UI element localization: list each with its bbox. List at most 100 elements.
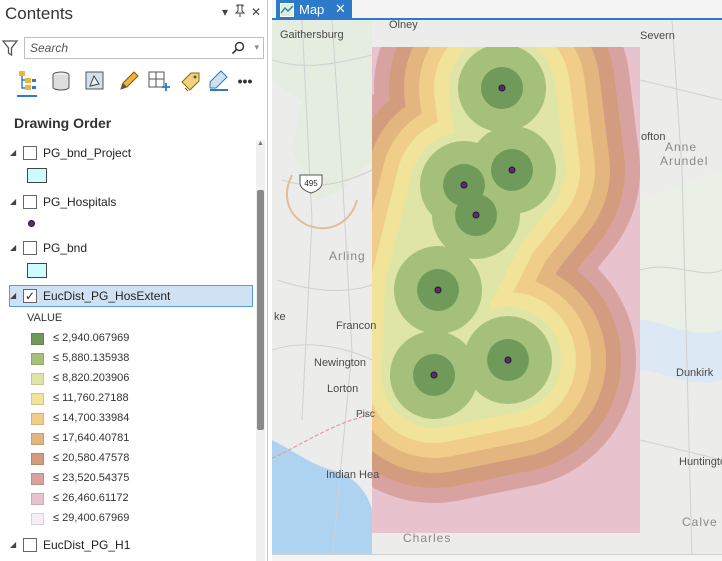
legend-class-label: ≤ 5,880.135938 xyxy=(53,352,130,364)
contents-pane-title: Contents xyxy=(5,4,74,23)
map-tab-bar: Map ✕ xyxy=(272,0,722,20)
place-label: Dunkirk xyxy=(676,367,714,379)
layer-row[interactable]: ◢ EucDist_PG_H1 xyxy=(10,535,254,557)
layer-visibility-checkbox[interactable] xyxy=(23,241,37,255)
expand-collapse-icon[interactable]: ◢ xyxy=(10,197,20,207)
legend-class-label: ≤ 20,580.47578 xyxy=(53,452,130,464)
place-label: Newington xyxy=(314,357,366,369)
scrollbar-thumb[interactable] xyxy=(257,190,264,430)
filter-icon[interactable] xyxy=(1,39,19,57)
list-by-selection-icon[interactable] xyxy=(82,68,108,94)
place-label: Calve xyxy=(682,515,718,529)
layer-visibility-checkbox[interactable] xyxy=(23,195,37,209)
legend-class[interactable]: ≤ 20,580.47578 xyxy=(31,450,251,468)
layer-visibility-checkbox[interactable] xyxy=(23,146,37,160)
legend-swatch[interactable] xyxy=(31,513,44,525)
hospital-point xyxy=(460,181,468,189)
more-options-icon[interactable]: ••• xyxy=(232,68,258,94)
contents-toolbar: ••• xyxy=(14,68,264,97)
search-dropdown-icon[interactable]: ▾ xyxy=(254,42,259,53)
euclidean-distance-raster xyxy=(372,47,640,533)
search-row: ▾ xyxy=(1,37,264,59)
legend-class[interactable]: ≤ 14,700.33984 xyxy=(31,410,251,428)
legend-swatch[interactable] xyxy=(31,373,44,385)
map-view[interactable]: Map ✕ 495 Olney Gaithersburg Severn Anne… xyxy=(272,0,722,561)
list-by-labeling-icon[interactable] xyxy=(178,68,204,94)
place-label: Gaithersburg xyxy=(280,29,344,41)
tab-map[interactable]: Map ✕ xyxy=(276,0,352,20)
scroll-up-icon[interactable]: ▲ xyxy=(256,140,265,150)
pane-pin-button[interactable] xyxy=(233,4,247,20)
list-by-drawing-order-icon[interactable] xyxy=(14,68,40,97)
legend-class[interactable]: ≤ 26,460.61172 xyxy=(31,490,251,508)
search-input[interactable] xyxy=(25,38,225,58)
expand-collapse-icon[interactable]: ◢ xyxy=(10,540,20,550)
tab-map-label: Map xyxy=(299,2,325,17)
point-symbol[interactable] xyxy=(28,220,35,227)
svg-text:495: 495 xyxy=(304,179,318,188)
place-label: Olney xyxy=(389,20,418,31)
polygon-symbol[interactable] xyxy=(27,168,47,183)
legend-class-label: ≤ 8,820.203906 xyxy=(53,372,130,384)
place-label: Lorton xyxy=(327,383,358,395)
list-by-snapping-icon[interactable] xyxy=(146,68,172,94)
pane-close-button[interactable]: ✕ xyxy=(249,4,263,20)
contents-pane: Contents ▾ ✕ ▾ xyxy=(0,0,268,561)
legend-class[interactable]: ≤ 23,520.54375 xyxy=(31,470,251,488)
legend-swatch[interactable] xyxy=(31,473,44,485)
legend-class[interactable]: ≤ 5,880.135938 xyxy=(31,350,251,368)
search-icon[interactable] xyxy=(231,41,245,55)
layer-visibility-checkbox[interactable] xyxy=(23,538,37,552)
list-by-editing-icon[interactable] xyxy=(116,68,142,94)
close-icon[interactable]: ✕ xyxy=(335,1,346,17)
map-status-bar xyxy=(272,554,722,561)
place-label: Arling xyxy=(329,249,366,263)
legend-class-label: ≤ 23,520.54375 xyxy=(53,472,130,484)
legend-class-label: ≤ 26,460.61172 xyxy=(53,492,129,504)
legend-class[interactable]: ≤ 2,940.067969 xyxy=(31,330,251,348)
list-by-data-source-icon[interactable] xyxy=(48,68,74,94)
pin-icon xyxy=(234,4,246,17)
place-label: ofton xyxy=(641,131,665,143)
legend-class[interactable]: ≤ 11,760.27188 xyxy=(31,390,251,408)
legend-swatch[interactable] xyxy=(31,453,44,465)
hospital-point xyxy=(430,371,438,379)
legend-swatch[interactable] xyxy=(31,433,44,445)
layer-row[interactable]: ◢ PG_bnd xyxy=(10,238,254,260)
legend-swatch[interactable] xyxy=(31,493,44,505)
place-label: Huntingto xyxy=(679,456,722,468)
legend-class[interactable]: ≤ 8,820.203906 xyxy=(31,370,251,388)
place-label: Charles xyxy=(403,531,451,545)
drawing-order-heading: Drawing Order xyxy=(14,115,112,131)
pane-options-dropdown[interactable]: ▾ xyxy=(218,4,232,20)
place-label: ke xyxy=(274,311,286,323)
contents-scrollbar[interactable]: ▲ xyxy=(256,140,265,561)
layer-row[interactable]: ◢ PG_bnd_Project xyxy=(10,143,254,165)
search-box[interactable]: ▾ xyxy=(24,37,264,59)
map-icon xyxy=(280,3,294,17)
polygon-symbol[interactable] xyxy=(27,263,47,278)
expand-collapse-icon[interactable]: ◢ xyxy=(10,291,20,301)
layer-name: PG_bnd xyxy=(43,241,88,255)
legend-swatch[interactable] xyxy=(31,393,44,405)
legend-swatch[interactable] xyxy=(31,353,44,365)
hospital-point xyxy=(508,166,516,174)
layer-name: EucDist_PG_HosExtent xyxy=(43,289,171,303)
legend-class[interactable]: ≤ 17,640.40781 xyxy=(31,430,251,448)
legend-class[interactable]: ≤ 29,400.67969 xyxy=(31,510,251,528)
legend-swatch[interactable] xyxy=(31,333,44,345)
layer-row[interactable]: ◢ PG_Hospitals xyxy=(10,192,254,214)
hospital-point xyxy=(504,356,512,364)
list-by-perspective-imagery-icon[interactable] xyxy=(206,68,232,94)
layer-row-selected[interactable]: ◢ ✓ EucDist_PG_HosExtent xyxy=(9,285,253,307)
layer-name: EucDist_PG_H1 xyxy=(43,538,131,552)
layer-visibility-checkbox[interactable]: ✓ xyxy=(23,289,37,303)
place-label: Arundel xyxy=(660,154,708,168)
hospital-point xyxy=(434,286,442,294)
map-canvas[interactable]: 495 Olney Gaithersburg Severn Anne Arund… xyxy=(272,20,722,561)
place-label: Anne xyxy=(665,140,697,154)
hospital-point xyxy=(498,84,506,92)
legend-swatch[interactable] xyxy=(31,413,44,425)
expand-collapse-icon[interactable]: ◢ xyxy=(10,243,20,253)
expand-collapse-icon[interactable]: ◢ xyxy=(10,148,20,158)
